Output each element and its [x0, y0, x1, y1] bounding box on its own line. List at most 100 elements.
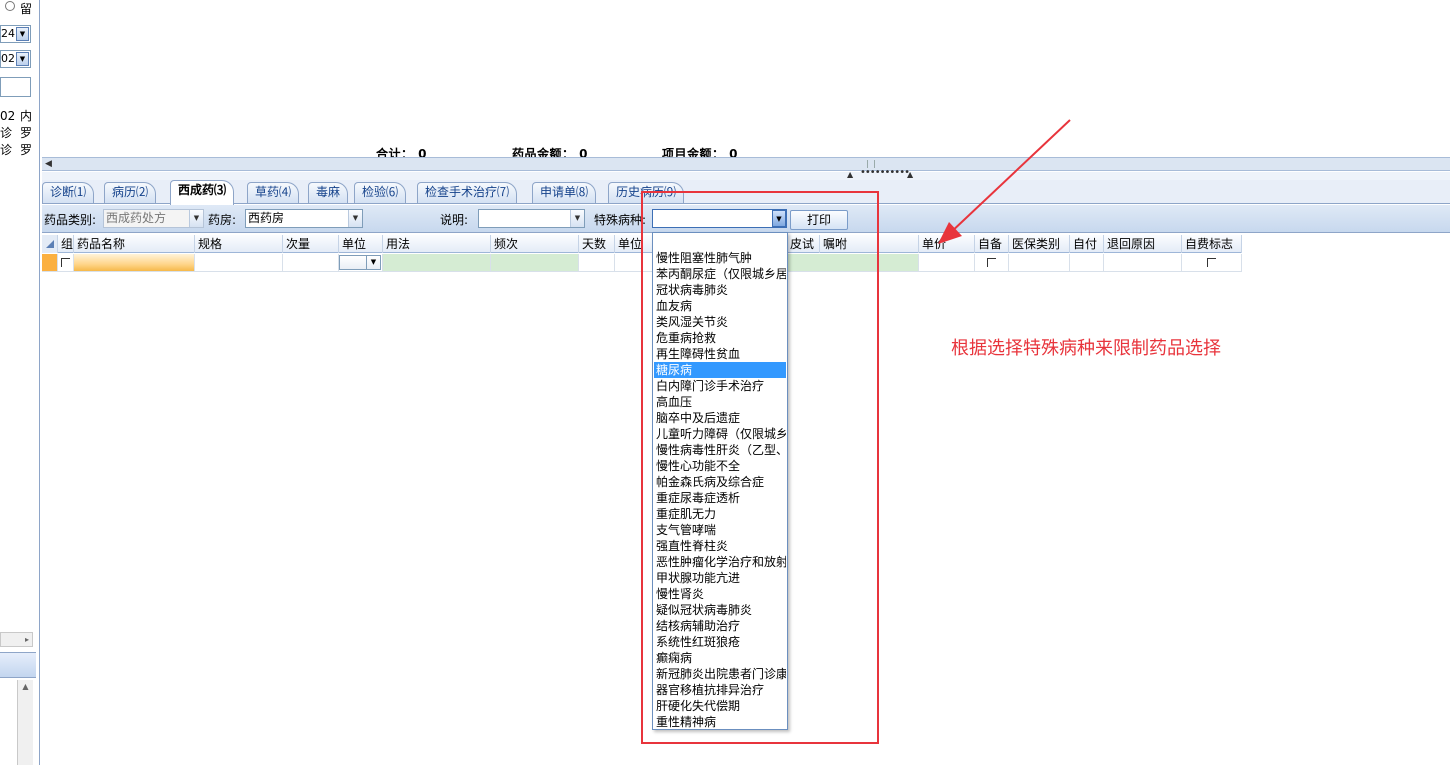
table-row[interactable]: ▼ — [42, 254, 1242, 272]
instruction-cell[interactable] — [787, 254, 919, 271]
left-vertical-scrollbar[interactable]: ▲ — [17, 680, 33, 765]
column-header[interactable]: 组 — [58, 235, 74, 253]
chevron-up-icon[interactable]: ▲ — [22, 682, 28, 691]
dropdown-option[interactable]: 慢性病毒性肝炎（乙型、 — [654, 442, 786, 458]
dropdown-option[interactable]: 儿童听力障碍（仅限城乡 — [654, 426, 786, 442]
dropdown-option[interactable]: 结核病辅助治疗 — [654, 618, 786, 634]
column-header[interactable]: 药品名称 — [74, 235, 195, 253]
drug-name-cell[interactable] — [74, 254, 195, 271]
dose-cell[interactable] — [283, 254, 339, 271]
dropdown-option[interactable]: 帕金森氏病及综合症 — [654, 474, 786, 490]
dropdown-option[interactable]: 重症肌无力 — [654, 506, 786, 522]
dropdown-option[interactable]: 慢性阻塞性肺气肿 — [654, 250, 786, 266]
note-select[interactable]: ▼ — [478, 209, 585, 228]
tab-lab-test[interactable]: 检验⑹ — [354, 182, 407, 203]
dropdown-option[interactable]: 甲状腺功能亢进 — [654, 570, 786, 586]
dropdown-option[interactable]: 支气管哮喘 — [654, 522, 786, 538]
chevron-down-icon[interactable]: ▼ — [366, 256, 380, 269]
dropdown-option[interactable]: 冠状病毒肺炎 — [654, 282, 786, 298]
dropdown-option[interactable]: 器官移植抗排异治疗 — [654, 682, 786, 698]
price-cell[interactable] — [919, 254, 975, 271]
tab-diagnosis[interactable]: 诊断⑴ — [42, 182, 95, 203]
special-disease-dropdown-list[interactable]: 慢性阻塞性肺气肿 苯丙酮尿症（仅限城乡居 冠状病毒肺炎 血友病 类风湿关节炎 危重病抢救再… — [652, 232, 788, 730]
splitter-grip-icon[interactable]: •••••••••• — [860, 167, 910, 178]
left-horizontal-scrollbar[interactable]: ▸ — [0, 632, 33, 647]
dropdown-option[interactable]: 癫痫病 — [654, 650, 786, 666]
column-header[interactable]: 退回原因 — [1104, 235, 1182, 253]
dropdown-option[interactable]: 重性精神病 — [654, 714, 786, 729]
column-header[interactable]: 皮试 — [787, 235, 820, 253]
spec-cell[interactable] — [195, 254, 283, 271]
collapse-up-icon[interactable]: ▲ — [907, 170, 913, 179]
tab-history-records[interactable]: 历史病历⑼ — [608, 182, 685, 203]
column-header[interactable]: 规格 — [195, 235, 283, 253]
dropdown-option[interactable]: 再生障碍性贫血 — [654, 346, 786, 362]
list-item[interactable]: 诊 罗 — [0, 142, 36, 158]
unit-select[interactable]: ▼ — [339, 255, 381, 270]
column-header[interactable]: 自备 — [975, 235, 1009, 253]
chevron-right-icon[interactable]: ▸ — [25, 635, 29, 644]
column-header[interactable]: 天数 — [579, 235, 615, 253]
dropdown-option[interactable]: 危重病抢救 — [654, 330, 786, 346]
dropdown-option[interactable]: 慢性肾炎 — [654, 586, 786, 602]
left-input[interactable] — [0, 77, 31, 97]
radio-button[interactable] — [5, 1, 15, 11]
dropdown-option[interactable]: 新冠肺炎出院患者门诊康 — [654, 666, 786, 682]
tab-application-form[interactable]: 申请单⑻ — [532, 182, 597, 203]
self-prepared-checkbox[interactable] — [987, 258, 996, 267]
dropdown-option[interactable]: 强直性脊柱炎 — [654, 538, 786, 554]
tab-western-medicine[interactable]: 西成药⑶ — [170, 180, 235, 205]
tab-medical-record[interactable]: 病历⑵ — [104, 182, 157, 203]
self-prepared-cell[interactable] — [975, 254, 1009, 271]
special-disease-select[interactable]: ▼ — [652, 209, 787, 228]
list-item[interactable]: 02 内 — [0, 108, 36, 124]
dropdown-option[interactable]: 白内障门诊手术治疗 — [654, 378, 786, 394]
column-header[interactable]: 频次 — [491, 235, 579, 253]
group-checkbox[interactable] — [61, 258, 70, 267]
dropdown-option[interactable]: 血友病 — [654, 298, 786, 314]
unit-cell[interactable]: ▼ — [339, 254, 383, 271]
column-header[interactable]: 自付 — [1070, 235, 1104, 253]
dropdown-option[interactable]: 糖尿病 — [654, 362, 786, 378]
insurance-cell[interactable] — [1009, 254, 1070, 271]
tab-examination-surgery[interactable]: 检查手术治疗⑺ — [417, 182, 518, 203]
dropdown-option[interactable]: 疑似冠状病毒肺炎 — [654, 602, 786, 618]
group-cell[interactable] — [58, 254, 74, 271]
chevron-down-icon[interactable]: ▼ — [16, 52, 29, 66]
dropdown-option[interactable]: 重症尿毒症透析 — [654, 490, 786, 506]
column-header[interactable]: 嘱咐 — [820, 235, 919, 253]
column-header[interactable]: 用法 — [383, 235, 491, 253]
splitter[interactable]: ▲ •••••••••• ▲ — [42, 167, 1450, 180]
dropdown-option[interactable]: 脑卒中及后遗症 — [654, 410, 786, 426]
return-reason-cell[interactable] — [1104, 254, 1182, 271]
dropdown-option[interactable]: 慢性心功能不全 — [654, 458, 786, 474]
chevron-down-icon[interactable]: ▼ — [348, 210, 362, 227]
row-selector[interactable] — [42, 254, 58, 271]
tab-herbal-medicine[interactable]: 草药⑷ — [247, 182, 300, 203]
list-item[interactable]: 诊 罗 — [0, 125, 36, 141]
dropdown-option[interactable]: 高血压 — [654, 394, 786, 410]
self-funded-checkbox[interactable] — [1207, 258, 1216, 267]
days-cell[interactable] — [579, 254, 615, 271]
dropdown-option[interactable]: 恶性肿瘤化学治疗和放射 — [654, 554, 786, 570]
self-funded-cell[interactable] — [1182, 254, 1242, 271]
self-pay-cell[interactable] — [1070, 254, 1104, 271]
collapse-up-icon[interactable]: ▲ — [847, 170, 853, 179]
usage-cell[interactable] — [383, 254, 491, 271]
column-header[interactable]: 单价 — [919, 235, 975, 253]
print-button[interactable]: 打印 — [790, 210, 848, 230]
tab-narcotics[interactable]: 毒麻 — [308, 182, 349, 203]
chevron-down-icon[interactable]: ▼ — [570, 210, 584, 227]
left-combo-1[interactable]: 24 ▼ — [0, 25, 31, 43]
column-header[interactable]: 医保类别 — [1009, 235, 1070, 253]
column-header[interactable]: 次量 — [283, 235, 339, 253]
column-header[interactable]: 单位 — [339, 235, 383, 253]
dropdown-option[interactable]: 肝硬化失代偿期 — [654, 698, 786, 714]
column-header[interactable]: 自费标志 — [1182, 235, 1242, 253]
dropdown-option[interactable]: 苯丙酮尿症（仅限城乡居 — [654, 266, 786, 282]
left-combo-2[interactable]: 02 ▼ — [0, 50, 31, 68]
chevron-down-icon[interactable]: ▼ — [189, 210, 203, 227]
drug-category-select[interactable]: 西成药处方 ▼ — [103, 209, 204, 228]
horizontal-scrollbar[interactable]: ◀ — [42, 157, 1450, 171]
select-all-corner[interactable] — [42, 235, 58, 253]
